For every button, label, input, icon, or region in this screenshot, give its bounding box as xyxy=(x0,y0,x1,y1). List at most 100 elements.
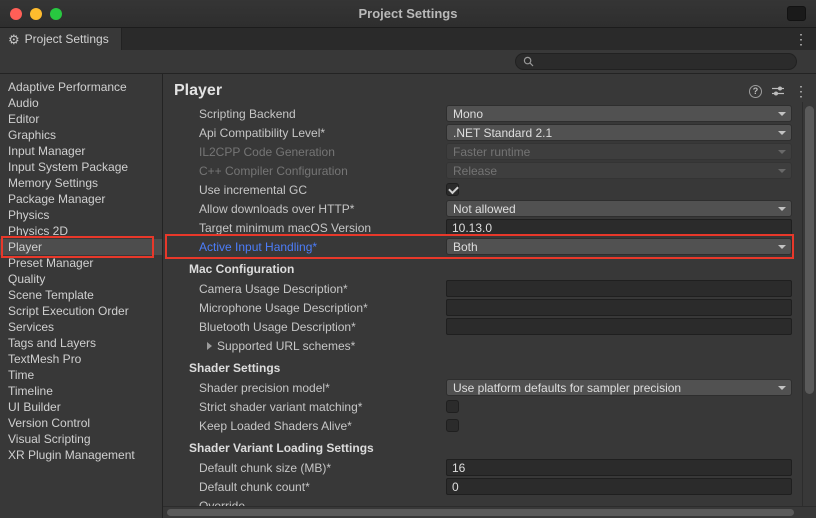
sidebar-item-label: Graphics xyxy=(8,128,56,142)
row-control: Faster runtime xyxy=(446,143,792,160)
textfield-default-chunk-size-mb[interactable] xyxy=(446,459,792,476)
row-control xyxy=(446,400,792,413)
sidebar-item-physics[interactable]: Physics xyxy=(0,207,162,223)
row-control xyxy=(446,219,792,236)
textfield-camera-usage-description[interactable] xyxy=(446,280,792,297)
vertical-scrollbar[interactable] xyxy=(802,102,816,506)
settings-row-supported-url-schemes: Supported URL schemes* xyxy=(163,336,802,355)
help-icon[interactable]: ? xyxy=(749,85,762,98)
preset-icon[interactable] xyxy=(771,85,785,97)
sidebar-item-label: Adaptive Performance xyxy=(8,80,127,94)
sidebar-item-audio[interactable]: Audio xyxy=(0,95,162,111)
row-control: Use platform defaults for sampler precis… xyxy=(446,379,792,396)
row-control xyxy=(446,478,792,495)
row-label: Default chunk count* xyxy=(163,480,446,494)
row-control: Mono xyxy=(446,105,792,122)
checkbox-keep-loaded-shaders-alive[interactable] xyxy=(446,419,459,432)
titlebar-toolbar-icon[interactable] xyxy=(787,6,806,21)
row-label: Keep Loaded Shaders Alive* xyxy=(163,419,446,433)
row-control xyxy=(446,419,792,432)
tabstrip-menu-icon[interactable]: ⋮ xyxy=(786,32,816,46)
tab-project-settings[interactable]: ⚙ Project Settings xyxy=(0,28,122,50)
row-label: IL2CPP Code Generation xyxy=(163,145,446,159)
dropdown-api-compatibility-level[interactable]: .NET Standard 2.1 xyxy=(446,124,792,141)
checkbox-use-incremental-gc[interactable] xyxy=(446,183,459,196)
settings-row-keep-loaded-shaders-alive: Keep Loaded Shaders Alive* xyxy=(163,416,802,435)
minimize-button[interactable] xyxy=(30,8,42,20)
sidebar-item-visual-scripting[interactable]: Visual Scripting xyxy=(0,431,162,447)
dropdown-active-input-handling[interactable]: Both xyxy=(446,238,792,255)
sidebar-item-physics-2d[interactable]: Physics 2D xyxy=(0,223,162,239)
sidebar-item-time[interactable]: Time xyxy=(0,367,162,383)
search-box[interactable] xyxy=(515,53,797,70)
chevron-down-icon xyxy=(778,112,786,116)
sidebar-item-label: Package Manager xyxy=(8,192,105,206)
sidebar-item-label: Audio xyxy=(8,96,39,110)
dropdown-scripting-backend[interactable]: Mono xyxy=(446,105,792,122)
row-control xyxy=(446,318,792,335)
sidebar-item-textmesh-pro[interactable]: TextMesh Pro xyxy=(0,351,162,367)
row-control: Not allowed xyxy=(446,200,792,217)
foldout-arrow-icon[interactable] xyxy=(207,342,212,350)
textfield-target-minimum-macos-version[interactable] xyxy=(446,219,792,236)
settings-row-strict-shader-variant-matching: Strict shader variant matching* xyxy=(163,397,802,416)
chevron-down-icon xyxy=(778,386,786,390)
sidebar-item-label: Preset Manager xyxy=(8,256,93,270)
row-label: Override xyxy=(163,499,446,507)
sidebar-item-adaptive-performance[interactable]: Adaptive Performance xyxy=(0,79,162,95)
titlebar: Project Settings xyxy=(0,0,816,28)
sidebar-item-version-control[interactable]: Version Control xyxy=(0,415,162,431)
search-input[interactable] xyxy=(539,54,789,69)
row-control xyxy=(446,299,792,316)
settings-row-bluetooth-usage-description: Bluetooth Usage Description* xyxy=(163,317,802,336)
sidebar-item-tags-and-layers[interactable]: Tags and Layers xyxy=(0,335,162,351)
row-label: Scripting Backend xyxy=(163,107,446,121)
sidebar-item-player[interactable]: Player xyxy=(0,239,162,255)
sidebar-item-editor[interactable]: Editor xyxy=(0,111,162,127)
settings-row-scripting-backend: Scripting Backend Mono xyxy=(163,104,802,123)
sidebar-item-scene-template[interactable]: Scene Template xyxy=(0,287,162,303)
close-button[interactable] xyxy=(10,8,22,20)
settings-row-microphone-usage-description: Microphone Usage Description* xyxy=(163,298,802,317)
dropdown-value: Mono xyxy=(453,107,483,121)
sidebar-item-memory-settings[interactable]: Memory Settings xyxy=(0,175,162,191)
settings-row-c-compiler-configuration: C++ Compiler ConfigurationRelease xyxy=(163,161,802,180)
sidebar-item-graphics[interactable]: Graphics xyxy=(0,127,162,143)
row-control xyxy=(446,280,792,297)
vertical-scrollbar-thumb[interactable] xyxy=(805,106,814,394)
tab-strip: ⚙ Project Settings ⋮ xyxy=(0,28,816,50)
sidebar-item-label: Input Manager xyxy=(8,144,85,158)
sidebar-item-label: UI Builder xyxy=(8,400,61,414)
textfield-default-chunk-count[interactable] xyxy=(446,478,792,495)
sidebar-item-ui-builder[interactable]: UI Builder xyxy=(0,399,162,415)
sidebar-item-services[interactable]: Services xyxy=(0,319,162,335)
row-control xyxy=(446,459,792,476)
panel-header: Player ? ⋮ xyxy=(163,74,816,102)
row-label: Shader precision model* xyxy=(163,381,446,395)
dropdown-shader-precision-model[interactable]: Use platform defaults for sampler precis… xyxy=(446,379,792,396)
row-label: Target minimum macOS Version xyxy=(163,221,446,235)
dropdown-allow-downloads-over-http[interactable]: Not allowed xyxy=(446,200,792,217)
sidebar-item-quality[interactable]: Quality xyxy=(0,271,162,287)
sidebar-item-preset-manager[interactable]: Preset Manager xyxy=(0,255,162,271)
horizontal-scrollbar[interactable] xyxy=(163,506,816,518)
textfield-microphone-usage-description[interactable] xyxy=(446,299,792,316)
panel-menu-icon[interactable]: ⋮ xyxy=(794,84,808,98)
dropdown-value: Both xyxy=(453,240,478,254)
checkbox-strict-shader-variant-matching[interactable] xyxy=(446,400,459,413)
row-label: Api Compatibility Level* xyxy=(163,126,446,140)
row-label: Default chunk size (MB)* xyxy=(163,461,446,475)
horizontal-scrollbar-thumb[interactable] xyxy=(167,509,794,516)
zoom-button[interactable] xyxy=(50,8,62,20)
sidebar-item-label: Physics xyxy=(8,208,49,222)
sidebar-item-package-manager[interactable]: Package Manager xyxy=(0,191,162,207)
settings-row-allow-downloads-over-http: Allow downloads over HTTP*Not allowed xyxy=(163,199,802,218)
sidebar-item-timeline[interactable]: Timeline xyxy=(0,383,162,399)
sidebar-item-input-manager[interactable]: Input Manager xyxy=(0,143,162,159)
foldout-label[interactable]: Supported URL schemes* xyxy=(217,339,355,353)
sidebar-item-script-execution-order[interactable]: Script Execution Order xyxy=(0,303,162,319)
textfield-bluetooth-usage-description[interactable] xyxy=(446,318,792,335)
settings-row-default-chunk-count: Default chunk count* xyxy=(163,477,802,496)
sidebar-item-input-system-package[interactable]: Input System Package xyxy=(0,159,162,175)
sidebar-item-xr-plugin-management[interactable]: XR Plugin Management xyxy=(0,447,162,463)
